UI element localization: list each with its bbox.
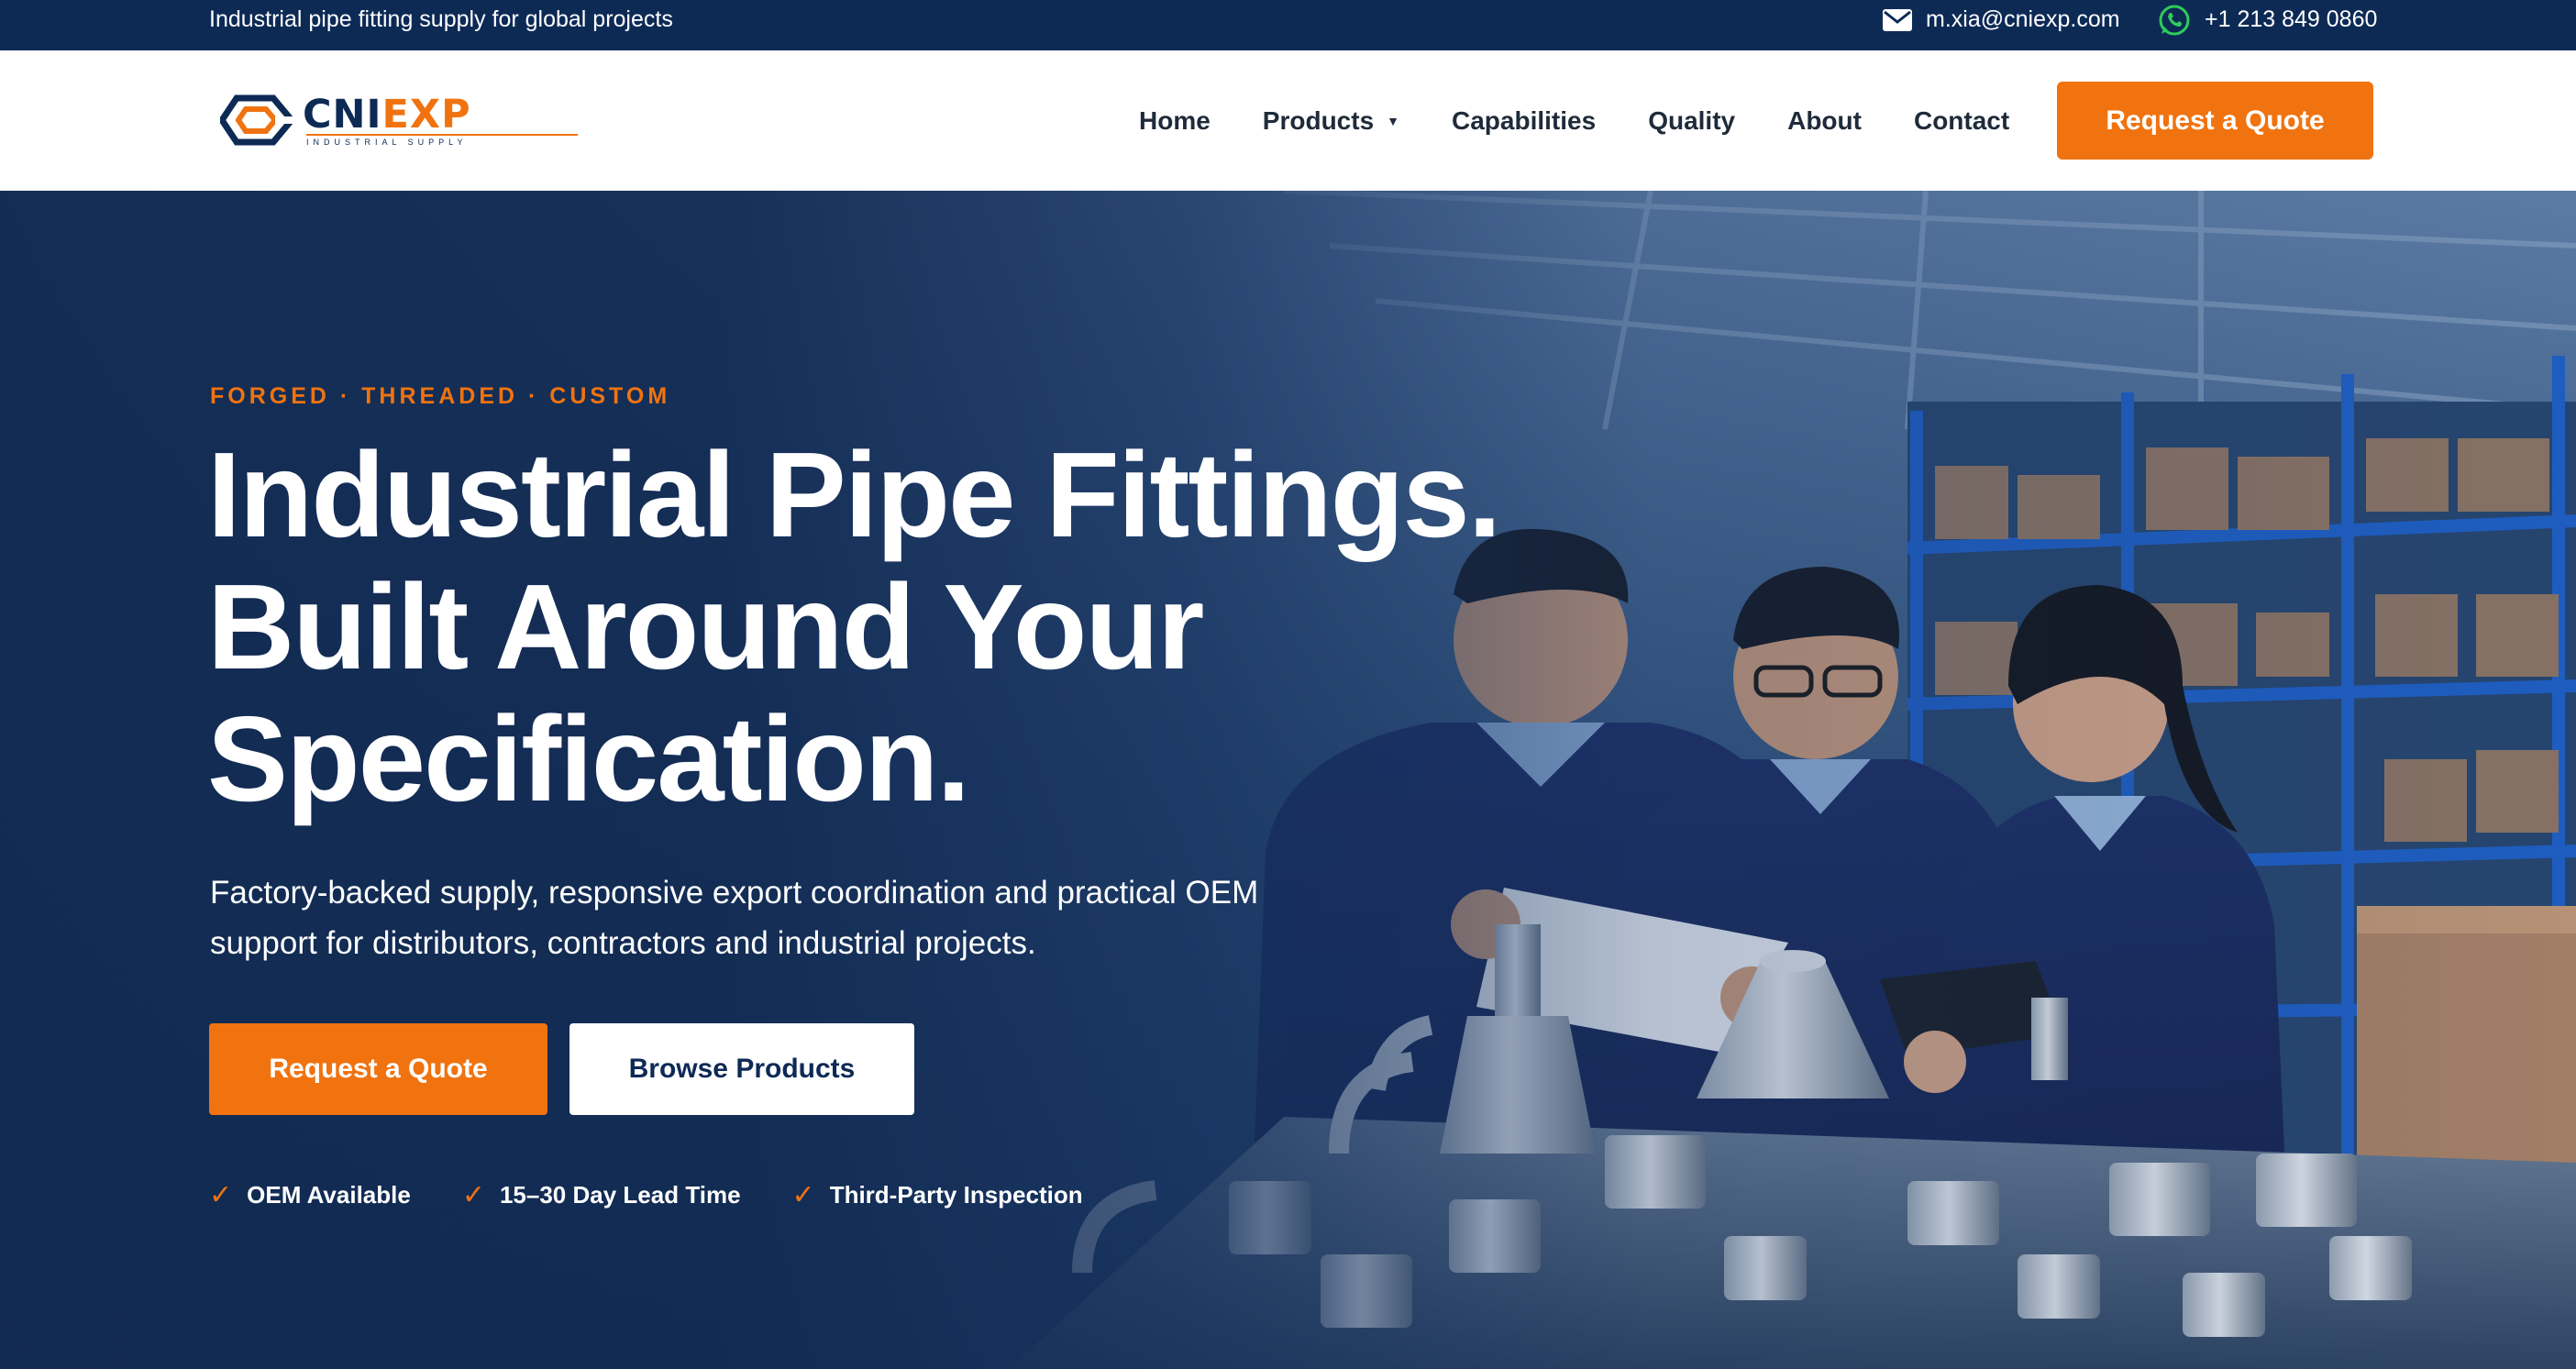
main-nav: Home Products ▼ Capabilities Quality Abou… (1139, 50, 2009, 191)
hero-request-quote-button[interactable]: Request a Quote (209, 1023, 547, 1115)
nav-item-contact[interactable]: Contact (1914, 106, 2009, 136)
check-icon: ✓ (461, 1180, 485, 1210)
mail-icon (1883, 8, 1912, 31)
hero-headline-line: Specification. (207, 691, 970, 826)
caret-down-icon: ▼ (1387, 113, 1400, 128)
nav-item-products[interactable]: Products ▼ (1263, 106, 1399, 136)
whatsapp-link[interactable]: +1 213 849 0860 (2157, 0, 2377, 39)
logo-mark-icon (220, 94, 295, 146)
email-link[interactable]: m.xia@cniexp.com (1882, 0, 2120, 39)
logo[interactable]: CNIEXP INDUSTRIAL SUPPLY (220, 93, 578, 148)
nav-item-quality[interactable]: Quality (1648, 106, 1735, 136)
whatsapp-icon (2159, 5, 2190, 35)
hero-eyebrow: FORGED · THREADED · CUSTOM (210, 383, 671, 409)
feature-item: ✓ 15–30 Day Lead Time (461, 1180, 741, 1210)
hero-features: ✓ OEM Available ✓ 15–30 Day Lead Time ✓ … (209, 1179, 1134, 1211)
nav-item-home[interactable]: Home (1139, 106, 1211, 136)
nav-item-capabilities[interactable]: Capabilities (1452, 106, 1596, 136)
hero-section: FORGED · THREADED · CUSTOM Industrial Pi… (0, 191, 2576, 1369)
top-bar: Industrial pipe fitting supply for globa… (0, 0, 2576, 50)
feature-item: ✓ OEM Available (209, 1180, 411, 1210)
phone-text: +1 213 849 0860 (2205, 6, 2378, 32)
check-icon: ✓ (209, 1180, 233, 1210)
hero-subtext: Factory-backed supply, responsive export… (210, 875, 1259, 961)
hero-headline-line: Built Around Your (207, 559, 1204, 694)
email-text: m.xia@cniexp.com (1926, 6, 2120, 32)
hero-headline-line: Industrial Pipe Fittings. (207, 427, 1501, 562)
feature-item: ✓ Third-Party Inspection (791, 1180, 1083, 1210)
nav-item-about[interactable]: About (1787, 106, 1862, 136)
browse-products-button[interactable]: Browse Products (569, 1023, 914, 1115)
site-header: CNIEXP INDUSTRIAL SUPPLY Home Products ▼ … (0, 50, 2576, 191)
header-request-quote-button[interactable]: Request a Quote (2057, 82, 2373, 160)
check-icon: ✓ (791, 1180, 815, 1210)
hero-headline: Industrial Pipe Fittings. Built Around Y… (207, 429, 1766, 825)
top-bar-tagline: Industrial pipe fitting supply for globa… (209, 6, 673, 32)
logo-wordmark: CNIEXP (303, 91, 471, 138)
